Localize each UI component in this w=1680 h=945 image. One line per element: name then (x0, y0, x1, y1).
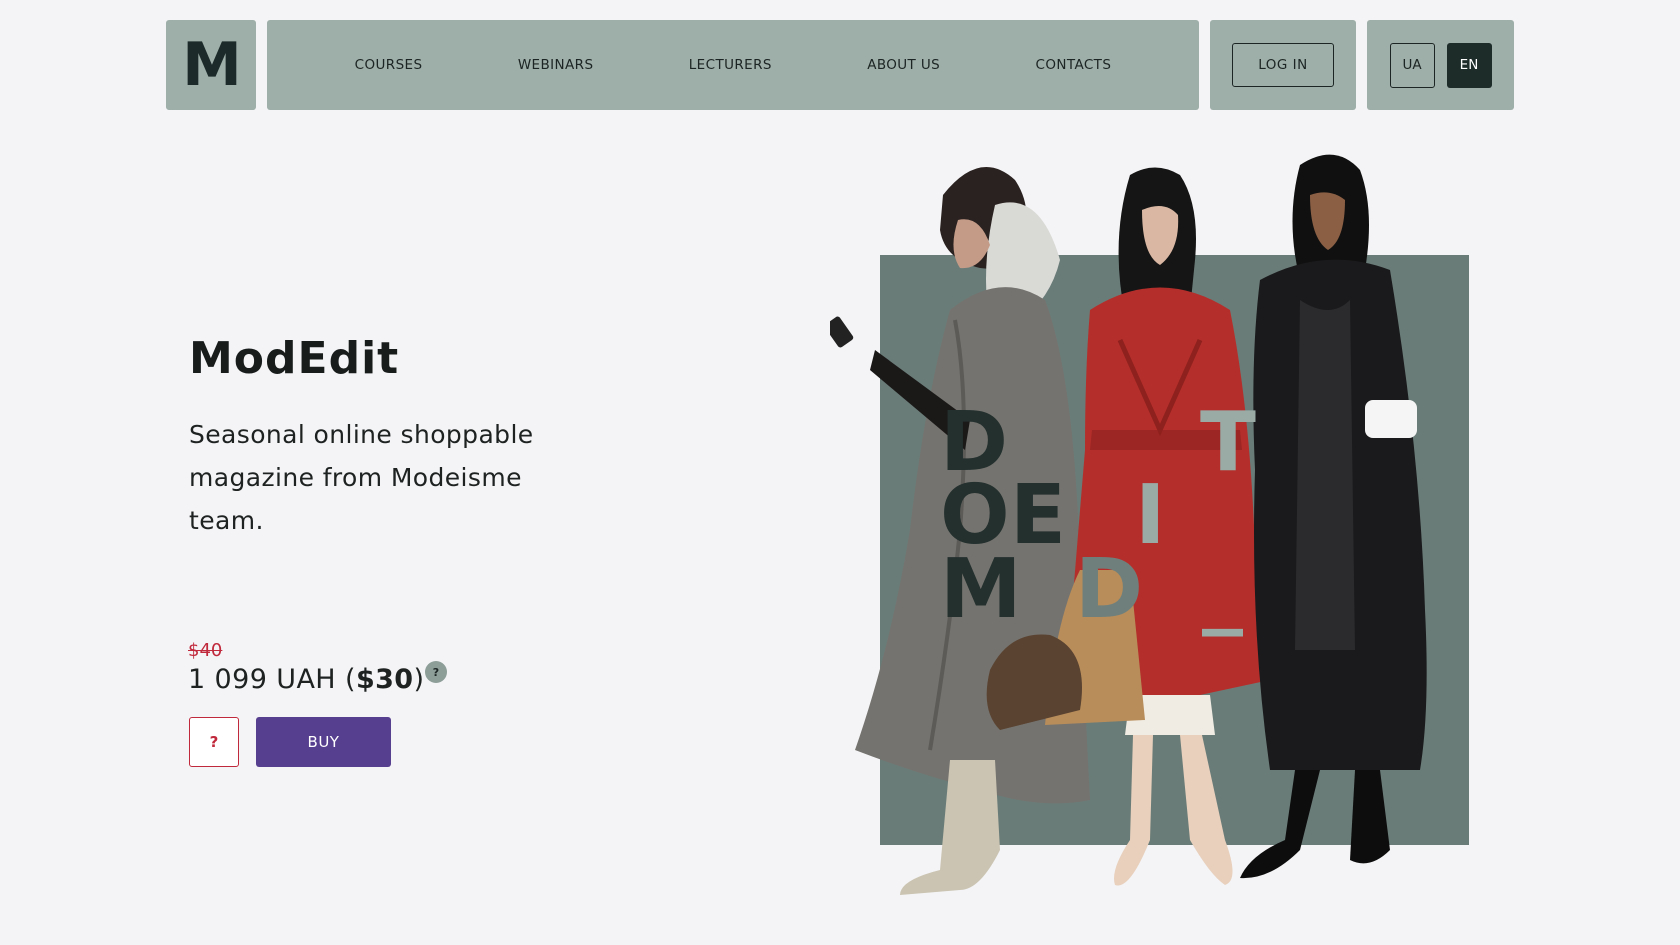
question-button[interactable]: ? (189, 717, 239, 767)
page-subtitle: Seasonal online shoppable magazine from … (189, 420, 534, 535)
page: M COURSES WEBINARS LECTURERS ABOUT US CO… (0, 0, 1680, 945)
page-title: ModEdit (189, 333, 400, 384)
lang-en-button[interactable]: EN (1446, 42, 1492, 88)
current-price: 1 099 UAH ($30) (188, 664, 424, 695)
site-logo[interactable]: M (182, 35, 242, 95)
hero-image: D T O E I M D _ (830, 150, 1510, 945)
logo-box[interactable]: M (166, 20, 256, 110)
main-nav: COURSES WEBINARS LECTURERS ABOUT US CONT… (267, 20, 1199, 110)
nav-about-us[interactable]: ABOUT US (867, 57, 940, 73)
price-uah: 1 099 UAH ( (188, 664, 356, 695)
price-help-icon[interactable]: ? (425, 661, 447, 683)
language-switcher: UA EN (1367, 20, 1514, 110)
nav-lecturers[interactable]: LECTURERS (689, 57, 772, 73)
letter-m: M (940, 542, 1022, 637)
login-box: LOG IN (1210, 20, 1356, 110)
nav-courses[interactable]: COURSES (355, 57, 423, 73)
old-price: $40 (188, 640, 223, 661)
price-close: ) (413, 664, 425, 695)
buy-button[interactable]: BUY (256, 717, 391, 767)
price-usd: $30 (355, 664, 414, 695)
nav-contacts[interactable]: CONTACTS (1036, 57, 1112, 73)
login-button[interactable]: LOG IN (1232, 43, 1334, 87)
lang-ua-button[interactable]: UA (1389, 42, 1435, 88)
hero-illustration: D T O E I M D _ (830, 154, 1469, 895)
letter-underscore: _ (1202, 542, 1243, 637)
letter-t: T (1200, 395, 1256, 490)
nav-webinars[interactable]: WEBINARS (518, 57, 594, 73)
letter-d2: D (1075, 542, 1143, 637)
